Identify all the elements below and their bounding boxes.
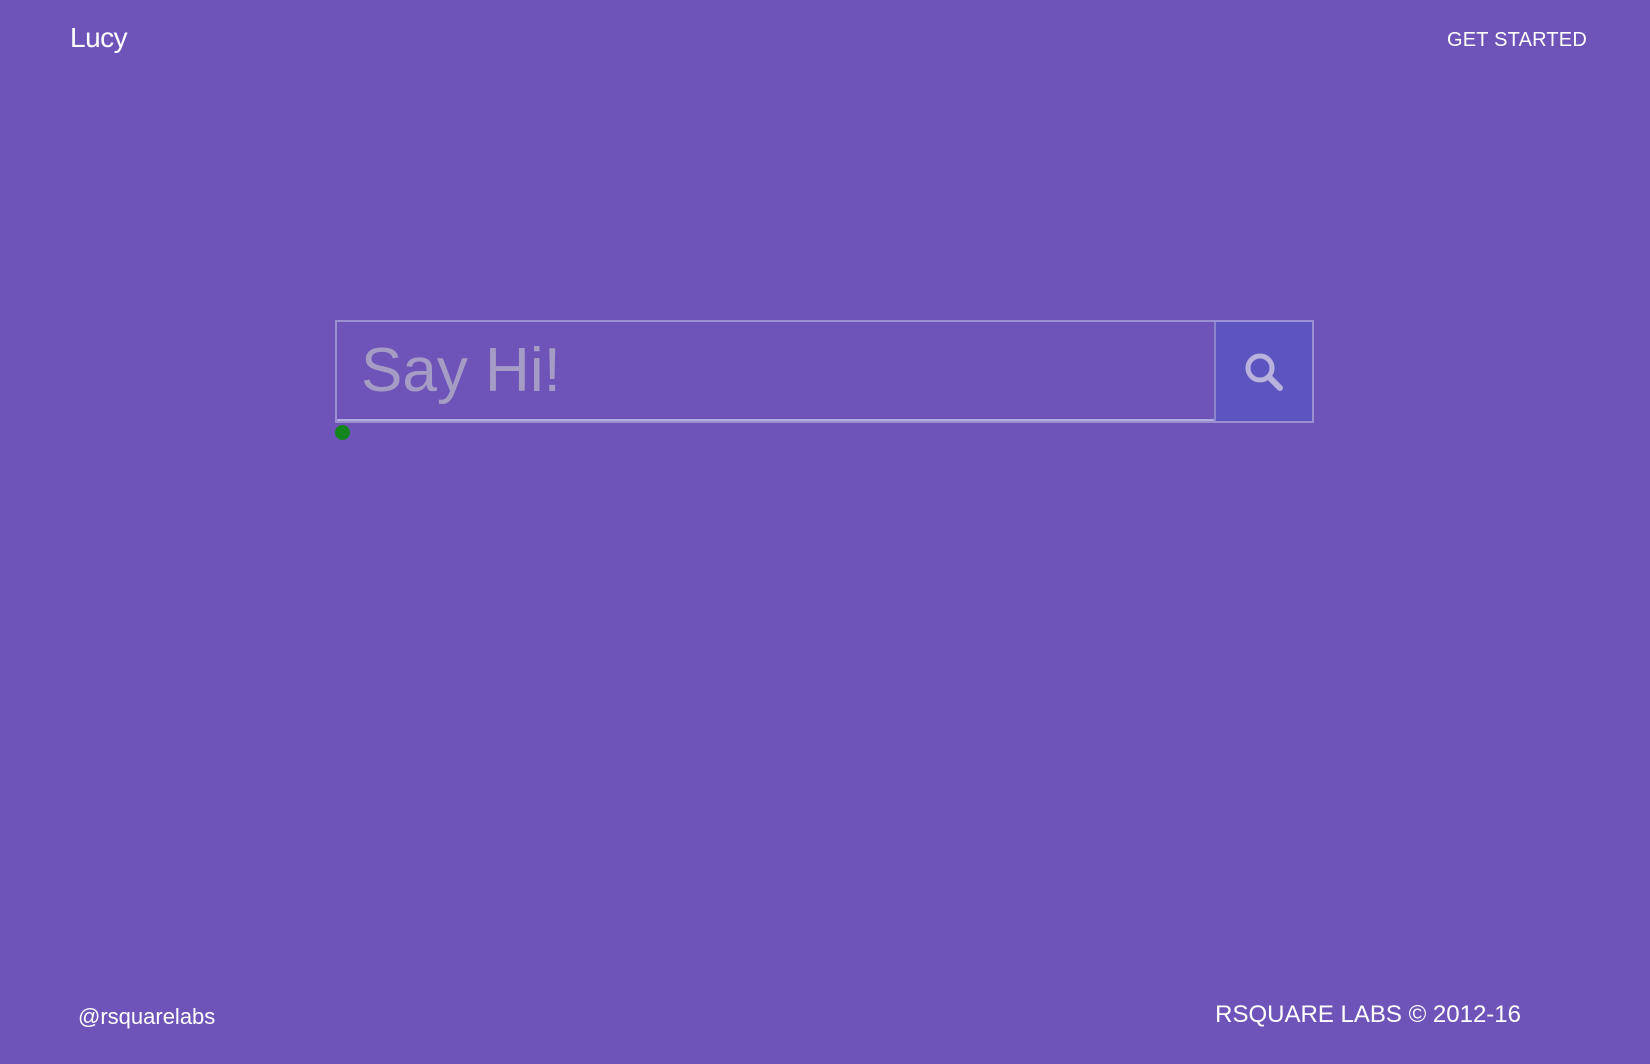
search-icon [1245,353,1283,391]
status-indicator [335,425,350,440]
search-button[interactable] [1214,322,1312,421]
brand-logo-link[interactable]: Lucy [70,22,128,54]
get-started-link[interactable]: GET STARTED [1447,29,1587,52]
copyright-text: RSQUARE LABS © 2012-16 [1215,1001,1521,1028]
search-bar [335,320,1314,423]
twitter-handle-link[interactable]: @rsquarelabs [78,1004,215,1030]
search-input[interactable] [337,322,1214,421]
